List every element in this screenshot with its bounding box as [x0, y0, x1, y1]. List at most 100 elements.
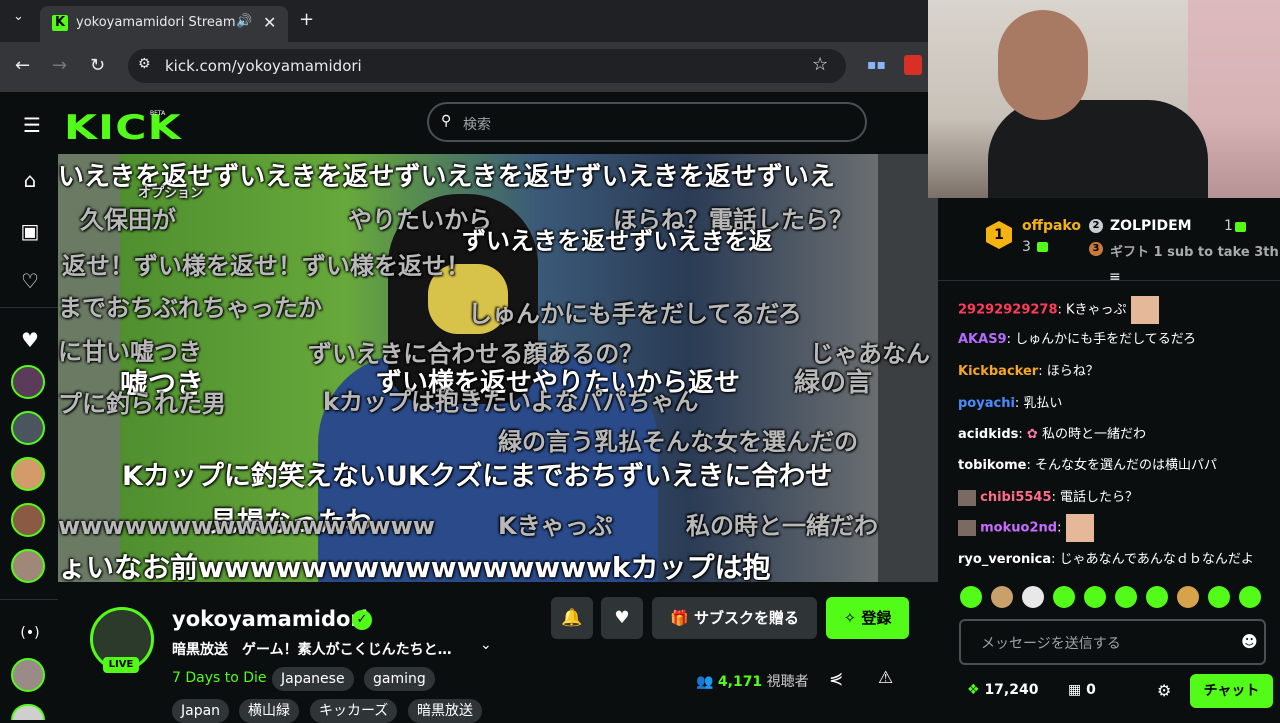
chat-message: poyachi: 乳払い: [958, 396, 1063, 411]
tag-chip[interactable]: Japan: [172, 699, 230, 723]
tag-chip[interactable]: Japanese: [272, 667, 354, 691]
emote-icon[interactable]: [1208, 586, 1230, 608]
favorite-heart-button[interactable]: ♥: [601, 597, 643, 639]
home-icon[interactable]: ⌂: [18, 168, 42, 192]
kick-page: ☰ KICK BETA ⚲ 検索 ⌂ ▣ ♡ ♥ (•) いえきを返せずいえきを…: [0, 92, 938, 723]
tag-chip[interactable]: gaming: [364, 667, 435, 691]
box-icon: ▦: [1068, 682, 1087, 698]
gift-icon: [1235, 222, 1246, 232]
close-tab-icon[interactable]: ✕: [263, 13, 276, 32]
share-icon[interactable]: ⋞: [829, 669, 843, 689]
tag-chip[interactable]: 暗黒放送: [408, 699, 482, 723]
stream-info: LIVE yokoyamamidori ✓ 暗黒放送 ゲーム！素人がこくじんたち…: [0, 597, 938, 723]
emote: [1065, 514, 1094, 542]
tab-title: yokoyamamidori Stream - \: [76, 15, 236, 30]
follow-button[interactable]: ✧ 登録: [826, 597, 909, 639]
search-box[interactable]: ⚲ 検索: [427, 102, 867, 142]
points-value: 17,240: [984, 682, 1039, 698]
send-chat-button[interactable]: チャット: [1190, 674, 1273, 708]
bookmark-star-icon[interactable]: ☆: [812, 54, 828, 75]
speaker-icon[interactable]: 🔊: [236, 14, 252, 29]
sidebar-channel-avatar[interactable]: [11, 411, 45, 445]
chat-settings-gear-icon[interactable]: ⚙: [1157, 681, 1171, 700]
sidebar-channel-avatar[interactable]: [11, 365, 45, 399]
site-info-icon[interactable]: ⚙: [138, 56, 151, 72]
emote-icon[interactable]: [960, 586, 982, 608]
chat-username[interactable]: 29292929278: [958, 303, 1058, 318]
collapse-leaderboard-icon[interactable]: ≡: [1109, 269, 1121, 285]
notification-bell-button[interactable]: 🔔: [551, 597, 593, 639]
danmaku-comment: ずいえきを返せずいえきを返: [462, 227, 773, 255]
chat-text: じゃあなんであんなｄｂなんだよ: [1059, 552, 1254, 567]
danmaku-comment: wwwwwwwwwwwwwwwww: [58, 512, 435, 540]
gifter-1-name[interactable]: offpako: [1022, 218, 1081, 234]
video-player[interactable]: いえきを返せずいえきを返せずいえきを返せずいえきを返せずいえ オプション 久保田…: [58, 154, 938, 582]
tag-chip[interactable]: キッカーズ: [310, 699, 398, 723]
tag-chip[interactable]: 横山緑: [239, 699, 299, 723]
forward-icon[interactable]: →: [52, 55, 67, 76]
browse-icon[interactable]: ▣: [18, 219, 42, 243]
emote-icon[interactable]: [1115, 586, 1137, 608]
stream-title: 暗黒放送 ゲーム！素人がこくじんたちと…: [172, 642, 452, 658]
browser-tab[interactable]: K yokoyamamidori Stream - \ 🔊 ✕: [40, 6, 288, 42]
chat-username[interactable]: ryo_veronica: [958, 552, 1051, 567]
gift-icon: [1037, 242, 1048, 252]
back-icon[interactable]: ←: [15, 55, 30, 76]
beta-label: BETA: [150, 110, 166, 117]
expand-title-chevron-icon[interactable]: ⌄: [480, 637, 492, 653]
reload-icon[interactable]: ↻: [90, 55, 105, 76]
viewer-count-row: 👥 4,171 視聴者: [696, 671, 809, 691]
danmaku-comment: 緑の言う乳払そんな女を選んだの: [498, 428, 858, 456]
emote-icon[interactable]: [1146, 586, 1168, 608]
sidebar-channel-avatar[interactable]: [11, 549, 45, 583]
tab-list-icon[interactable]: ⌄: [13, 9, 24, 24]
danmaku-comment: ょいなお前wwwwwwwwwwwwwwwwkカップは抱: [58, 551, 771, 582]
gift-icon: 🎁: [670, 609, 694, 627]
search-icon: ⚲: [441, 113, 452, 129]
sidebar-channel-avatar[interactable]: [11, 503, 45, 537]
chat-username[interactable]: tobikome: [958, 458, 1027, 473]
menu-icon[interactable]: ☰: [23, 113, 41, 137]
sidebar-channel-avatar[interactable]: [11, 457, 45, 491]
sparkle-icon: ✧: [843, 609, 862, 627]
chat-input[interactable]: メッセージを送信する ☻: [959, 619, 1266, 665]
emote-icon[interactable]: [1239, 586, 1261, 608]
emoji-picker-icon[interactable]: ☻: [1241, 632, 1258, 651]
chat-panel: 1 offpako 3 2 ZOLPIDEM 1 3 ギフト 1 sub to …: [938, 198, 1280, 720]
gifter-3-cta[interactable]: ギフト 1 sub to take 3th: [1110, 241, 1279, 260]
chat-username[interactable]: mokuo2nd: [980, 521, 1057, 536]
gifter-2-name[interactable]: ZOLPIDEM: [1110, 218, 1192, 234]
chat-username[interactable]: poyachi: [958, 396, 1015, 411]
emote-icon[interactable]: [1053, 586, 1075, 608]
chat-username[interactable]: AKAS9: [958, 332, 1007, 347]
drops-value: 0: [1086, 682, 1096, 698]
followed-heart-icon[interactable]: ♥: [18, 328, 42, 352]
search-input[interactable]: 検索: [463, 114, 491, 134]
chat-username[interactable]: chibi5545: [980, 490, 1051, 505]
pdf-extension-icon[interactable]: [904, 55, 922, 75]
drops-row[interactable]: ▦ 0: [1068, 682, 1096, 698]
chat-username[interactable]: acidkids: [958, 427, 1018, 442]
flower-emote: ✿: [1026, 427, 1038, 442]
emote-icon[interactable]: [991, 586, 1013, 608]
category-link[interactable]: 7 Days to Die: [172, 670, 267, 686]
rank-2-badge: 2: [1089, 219, 1103, 233]
danmaku-comment: プに釣られた男: [58, 390, 226, 418]
points-row[interactable]: ❖ 17,240: [967, 682, 1038, 698]
chat-message: mokuo2nd:: [958, 514, 1094, 542]
emote-icon[interactable]: [1022, 586, 1044, 608]
chat-message: ryo_veronica: じゃあなんであんなｄｂなんだよ: [958, 552, 1254, 567]
emote-icon[interactable]: [1084, 586, 1106, 608]
chat-username[interactable]: Kickbacker: [958, 364, 1038, 379]
address-bar[interactable]: ⚙ kick.com/yokoyamamidori ☆: [128, 49, 846, 83]
channel-name[interactable]: yokoyamamidori: [172, 607, 368, 631]
gifter-2-count: 1: [1224, 218, 1233, 234]
following-heart-icon[interactable]: ♡: [18, 269, 42, 293]
danmaku-comment: kカップは抱きたいよなパパちゃん: [323, 388, 699, 416]
viewer-label: 視聴者: [766, 674, 809, 690]
emote-icon[interactable]: [1177, 586, 1199, 608]
gift-sub-button[interactable]: 🎁 サブスクを贈る: [652, 597, 817, 639]
new-tab-icon[interactable]: +: [299, 9, 314, 30]
report-warning-icon[interactable]: ⚠: [878, 668, 893, 688]
extension-icon[interactable]: ▪▪: [867, 57, 886, 73]
